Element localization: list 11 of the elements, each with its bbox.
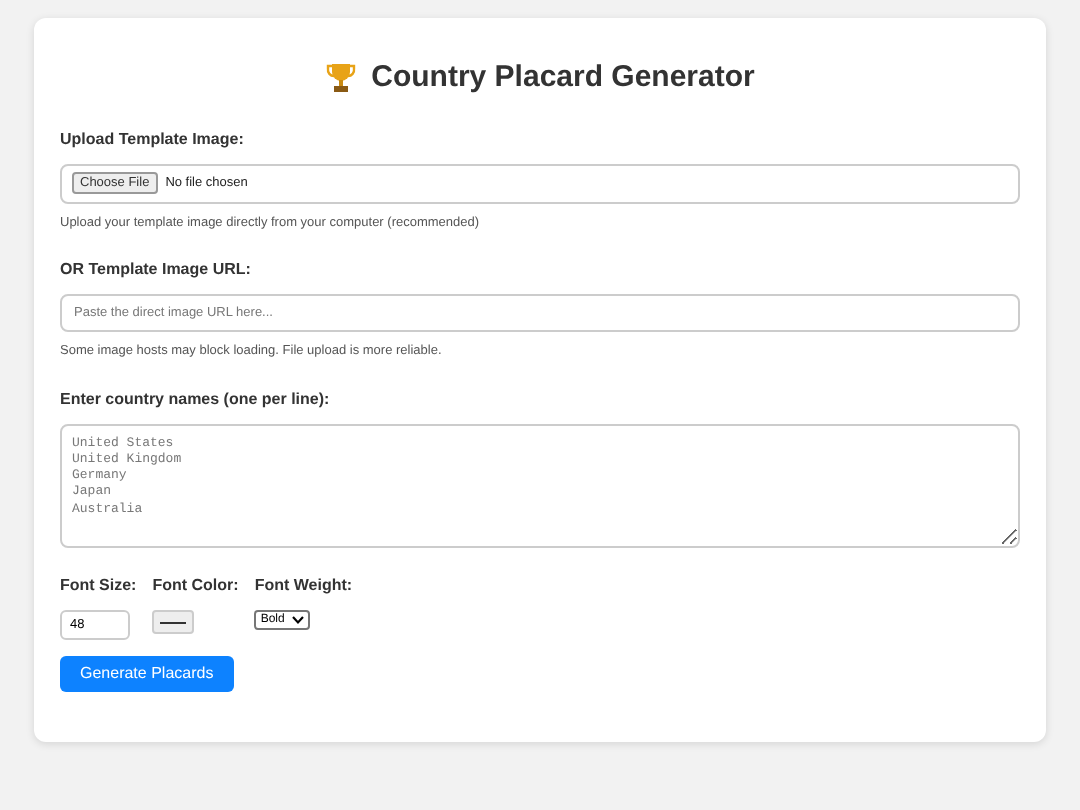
upload-label: Upload Template Image:: [60, 127, 246, 151]
color-picker[interactable]: [152, 610, 195, 634]
font-color-label: Font Color:: [152, 574, 239, 598]
url-label: OR Template Image URL:: [60, 258, 253, 283]
page-title: Country Placard Generator: [371, 58, 755, 98]
trophy-icon: [325, 62, 356, 95]
countries-label: Enter country names (one per line):: [60, 388, 332, 412]
font-weight-label: Font Weight:: [254, 574, 353, 598]
font-size-label: Font Size:: [60, 574, 137, 598]
caret-icon: [292, 616, 305, 624]
generate-button[interactable]: Generate Placards: [60, 656, 234, 692]
